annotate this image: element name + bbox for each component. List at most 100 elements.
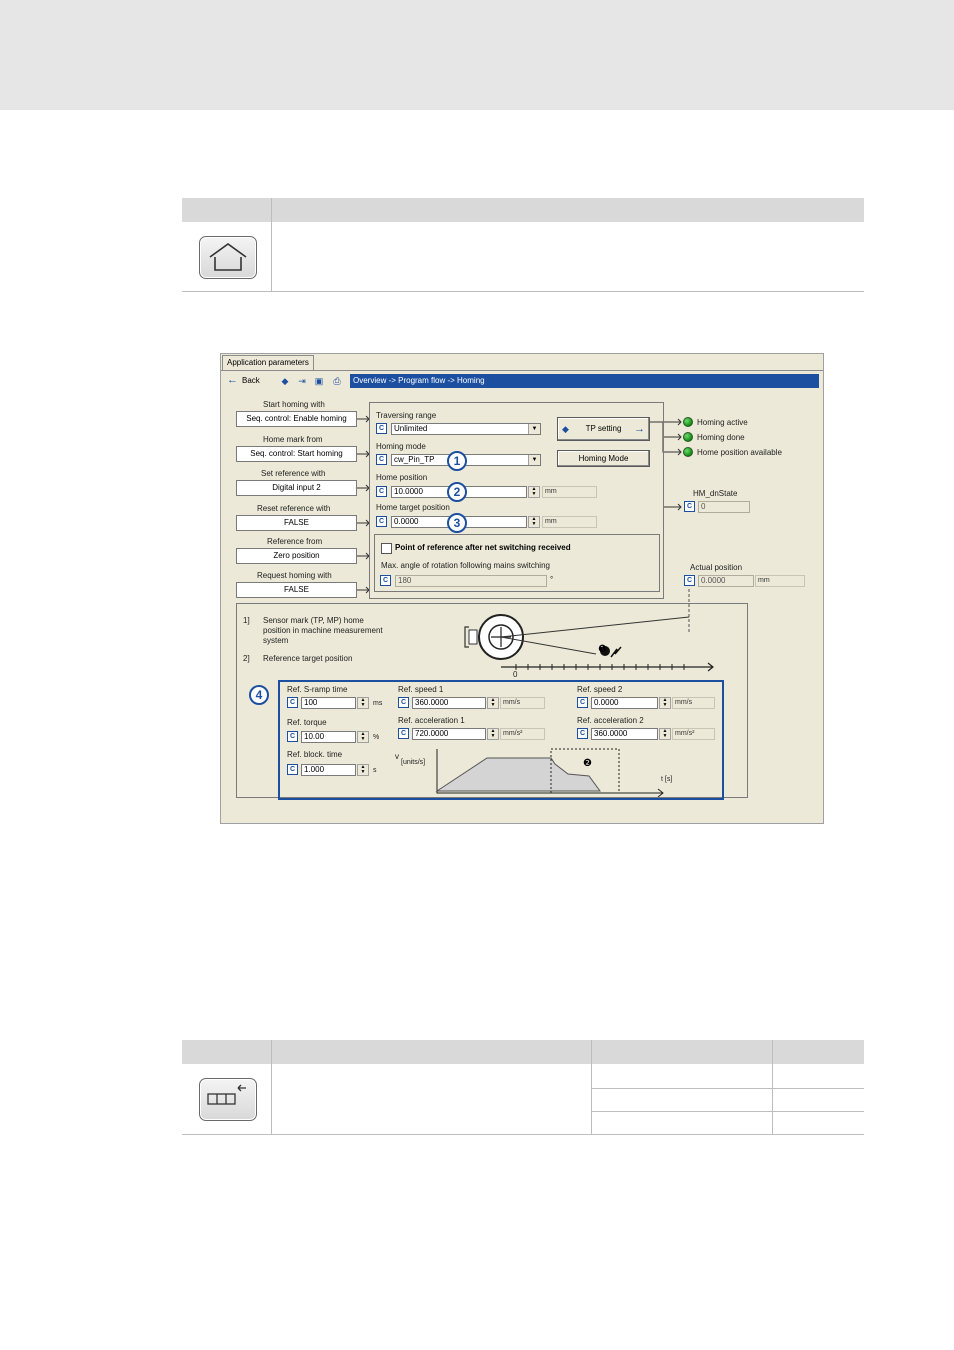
homing-mode-button[interactable]: Homing Mode	[557, 450, 650, 467]
bottom-table-bottom-rule	[182, 1134, 864, 1135]
speed2-unit: mm/s	[672, 697, 715, 709]
traversing-range-c-button[interactable]: C	[376, 423, 387, 434]
home-position-label: Home position	[376, 473, 428, 482]
arrow-right-icon: →	[634, 423, 645, 435]
speed1-c-button[interactable]: C	[398, 697, 409, 708]
acc2-input[interactable]: 360.0000	[591, 728, 658, 740]
acc2-spinner[interactable]: ▲ ▼	[659, 728, 671, 740]
torque-spinner[interactable]: ▲ ▼	[357, 731, 369, 743]
chevron-down-icon: ▼	[528, 455, 540, 465]
reference-from-source[interactable]: Zero position	[236, 548, 357, 564]
home-position-available-label: Home position available	[697, 448, 782, 457]
acc2-c-button[interactable]: C	[577, 728, 588, 739]
homing-mode-label: Homing mode	[376, 442, 426, 451]
block-time-label: Ref. block. time	[287, 750, 343, 759]
callout-1: 1	[447, 451, 467, 471]
homing-active-led	[683, 417, 693, 427]
callout-3: 3	[447, 513, 467, 533]
homing-done-led	[683, 432, 693, 442]
point-of-reference-label: Point of reference after net switching r…	[395, 543, 571, 552]
actual-position-c-button[interactable]: C	[684, 575, 695, 586]
torque-label: Ref. torque	[287, 718, 327, 727]
legend-1-number: 1]	[243, 616, 250, 625]
s-ramp-unit: ms	[373, 700, 383, 707]
acc1-input[interactable]: 720.0000	[412, 728, 486, 740]
traversing-range-value: Unlimited	[394, 424, 428, 433]
acc2-unit: mm/s²	[672, 728, 715, 740]
home-position-available-led	[683, 447, 693, 457]
acc1-spinner[interactable]: ▲ ▼	[487, 728, 499, 740]
homing-mode-c-button[interactable]: C	[376, 454, 387, 465]
max-angle-c-button[interactable]: C	[380, 575, 391, 586]
legend-2-number: 2]	[243, 654, 250, 663]
acc1-label: Ref. acceleration 1	[398, 716, 465, 725]
parameter-table-icon	[199, 1078, 257, 1121]
s-ramp-input[interactable]: 100	[301, 697, 356, 709]
home-mark-title: Home mark from	[263, 435, 323, 444]
table-divider	[271, 198, 272, 292]
block-time-spinner[interactable]: ▲ ▼	[357, 764, 369, 776]
acc2-label: Ref. acceleration 2	[577, 716, 644, 725]
homing-done-label: Homing done	[697, 433, 745, 442]
home-icon	[199, 236, 257, 279]
speed2-c-button[interactable]: C	[577, 697, 588, 708]
acc1-c-button[interactable]: C	[398, 728, 409, 739]
set-reference-source[interactable]: Digital input 2	[236, 480, 357, 496]
speed1-input[interactable]: 360.0000	[412, 697, 486, 709]
block-time-c-button[interactable]: C	[287, 764, 298, 775]
legend-1-text-a: Sensor mark (TP, MP) home	[263, 616, 364, 625]
page-header-band	[0, 0, 954, 110]
home-mark-source[interactable]: Seq. control: Start homing	[236, 446, 357, 462]
hm-state-label: HM_dnState	[693, 489, 738, 498]
bottom-table-divider-1	[271, 1040, 272, 1135]
actual-position-value: 0.0000	[698, 575, 754, 587]
actual-position-label: Actual position	[690, 563, 743, 572]
legend-1-text-b: position in machine measurement	[263, 626, 383, 635]
marker-1: ❶	[598, 644, 607, 655]
legend-1-text-c: system	[263, 636, 289, 645]
request-homing-source[interactable]: FALSE	[236, 582, 357, 598]
traversing-range-label: Traversing range	[376, 411, 437, 420]
encoder-axis-diagram	[464, 614, 714, 672]
set-reference-title: Set reference with	[261, 469, 326, 478]
max-angle-label: Max. angle of rotation following mains s…	[381, 561, 550, 570]
block-time-input[interactable]: 1.000	[301, 764, 356, 776]
speed2-label: Ref. speed 2	[577, 685, 623, 694]
home-target-unit: mm	[542, 516, 597, 528]
hm-state-c-button[interactable]: C	[684, 501, 695, 512]
torque-input[interactable]: 10.00	[301, 731, 356, 743]
home-target-spinner[interactable]: ▲ ▼	[528, 516, 540, 528]
max-angle-value: 180	[395, 575, 547, 587]
torque-c-button[interactable]: C	[287, 731, 298, 742]
home-target-label: Home target position	[376, 503, 450, 512]
point-of-reference-checkbox[interactable]	[381, 543, 392, 554]
start-homing-source[interactable]: Seq. control: Enable homing	[236, 411, 357, 427]
velocity-profile-graph	[435, 748, 664, 797]
tp-setting-button[interactable]: ◆ TP setting →	[557, 417, 650, 441]
home-position-unit: mm	[542, 486, 597, 498]
reference-from-title: Reference from	[267, 537, 323, 546]
bottom-table-row-rule-2	[591, 1111, 864, 1112]
speed1-spinner[interactable]: ▲ ▼	[487, 697, 499, 709]
block-time-unit: s	[373, 767, 377, 774]
table-header	[182, 198, 864, 222]
home-target-c-button[interactable]: C	[376, 516, 387, 527]
s-ramp-spinner[interactable]: ▲ ▼	[357, 697, 369, 709]
application-parameters-window: Application parameters ← Back ◆ ⇥ ▣ ⎙ Ov…	[220, 353, 824, 824]
speed2-spinner[interactable]: ▲ ▼	[659, 697, 671, 709]
home-position-spinner[interactable]: ▲ ▼	[528, 486, 540, 498]
marker-2: ❷	[583, 758, 592, 769]
s-ramp-c-button[interactable]: C	[287, 697, 298, 708]
chevron-down-icon: ▼	[528, 424, 540, 434]
speed2-input[interactable]: 0.0000	[591, 697, 658, 709]
reset-reference-source[interactable]: FALSE	[236, 515, 357, 531]
velocity-axis-unit: [units/s]	[401, 759, 426, 766]
bottom-table-header	[182, 1040, 864, 1064]
home-position-c-button[interactable]: C	[376, 486, 387, 497]
hm-state-value: 0	[698, 501, 750, 513]
actual-position-unit: mm	[755, 575, 805, 587]
traversing-range-select[interactable]: Unlimited ▼	[391, 423, 541, 435]
homing-active-label: Homing active	[697, 418, 748, 427]
reset-reference-title: Reset reference with	[257, 504, 331, 513]
start-homing-title: Start homing with	[263, 400, 325, 409]
